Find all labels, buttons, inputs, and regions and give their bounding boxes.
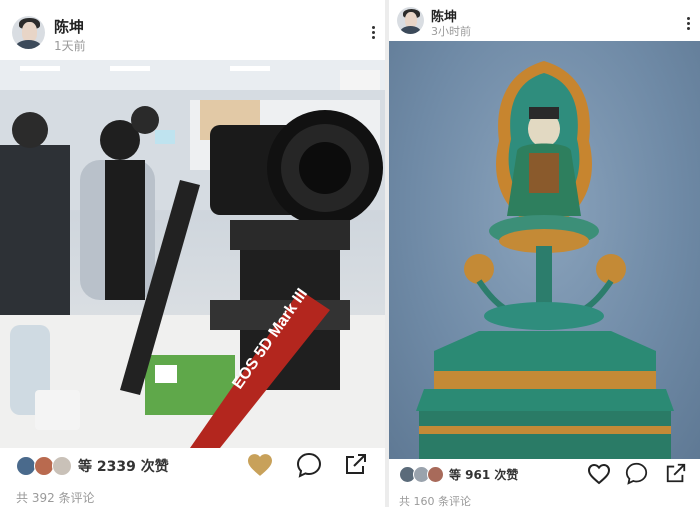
share-button[interactable] [344, 452, 368, 480]
author-avatar[interactable] [12, 16, 45, 49]
post-card: 陈坤 1天前 EOS 5D Mark III 等 2339 次赞 共 392 条… [0, 0, 385, 507]
author-avatar[interactable] [397, 7, 424, 34]
like-button[interactable] [246, 453, 274, 481]
glazed-statue-illustration [416, 61, 674, 459]
heart-outline-icon [587, 463, 611, 485]
more-options-icon[interactable] [687, 15, 690, 32]
comment-button[interactable] [625, 462, 648, 489]
comments-count[interactable]: 共 392 条评论 [16, 489, 95, 506]
post-header: 陈坤 1天前 [0, 0, 385, 60]
comments-count[interactable]: 共 160 条评论 [399, 493, 471, 507]
post-photo[interactable] [389, 41, 700, 459]
like-button[interactable] [587, 463, 611, 489]
comment-icon [625, 462, 648, 485]
more-options-icon[interactable] [372, 24, 375, 41]
liker-avatar[interactable] [427, 466, 444, 483]
comment-icon [296, 452, 322, 478]
post-time: 3小时前 [431, 25, 471, 38]
post-reactions: 等 2339 次赞 [0, 450, 385, 480]
post-card: 陈坤 3小时前 等 961 次赞 共 160 条评论 [389, 0, 700, 507]
liker-avatar[interactable] [52, 456, 72, 476]
heart-filled-icon [248, 454, 272, 476]
comment-button[interactable] [296, 452, 322, 482]
author-name[interactable]: 陈坤 [54, 16, 84, 37]
share-icon [346, 454, 366, 474]
likes-count[interactable]: 等 2339 次赞 [78, 456, 169, 476]
liker-avatar[interactable] [34, 456, 54, 476]
post-time: 1天前 [54, 39, 86, 53]
share-icon [666, 463, 686, 483]
post-reactions: 等 961 次赞 [389, 461, 700, 489]
likes-count[interactable]: 等 961 次赞 [449, 466, 518, 483]
post-photo[interactable]: EOS 5D Mark III [0, 60, 385, 448]
studio-camera-illustration: EOS 5D Mark III [0, 60, 385, 448]
liker-avatar[interactable] [16, 456, 36, 476]
share-button[interactable] [665, 462, 687, 488]
